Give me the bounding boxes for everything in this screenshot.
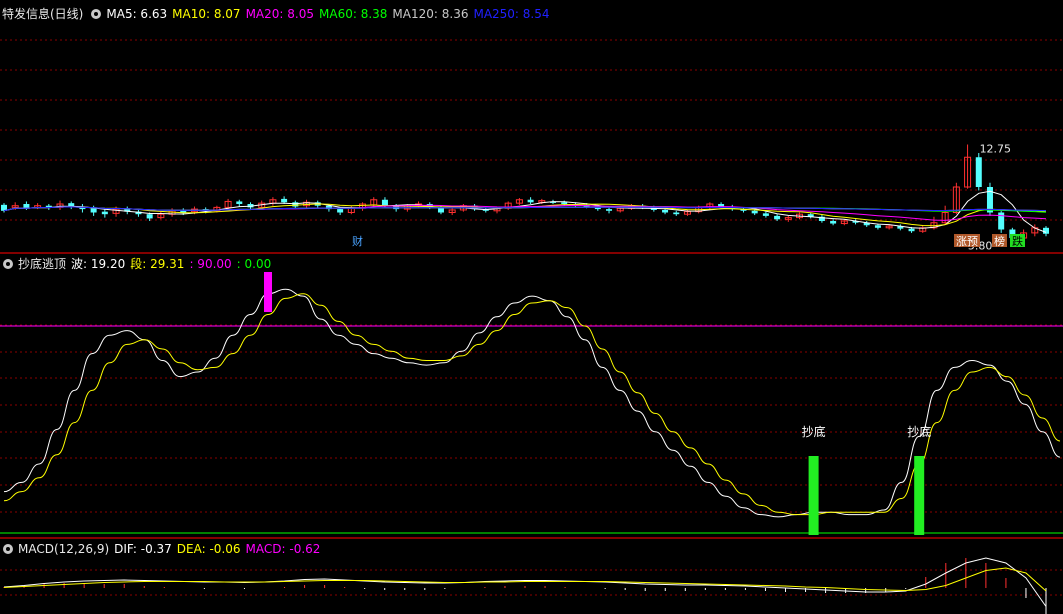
chart-canvas: 12.755.80财 涨预榜跌抄底 抄底 — [0, 39, 1063, 614]
candle-body-down — [830, 221, 837, 224]
event-marker-label: 涨预 — [956, 235, 978, 248]
candle-body-down — [662, 209, 669, 213]
ma5-label: MA5: 6.63 — [106, 7, 168, 21]
gear-icon[interactable] — [3, 259, 13, 269]
gear-icon[interactable] — [3, 544, 13, 554]
candle-body-down — [874, 225, 881, 228]
candle-body-down — [975, 157, 982, 187]
ma250-line — [3, 206, 1047, 212]
ma10-label: MA10: 8.07 — [172, 7, 241, 21]
price-panel-header: 特发信息(日线) MA5: 6.63 MA10: 8.07 MA20: 8.05… — [0, 6, 555, 22]
candle-body-down — [90, 208, 97, 213]
segment-label: 段: 29.31 — [130, 257, 185, 271]
macd-panel-header: MACD(12,26,9) DIF: -0.37 DEA: -0.06 MACD… — [0, 541, 325, 557]
ma120-label: MA120: 8.36 — [392, 7, 469, 21]
candle-body-down — [762, 213, 769, 216]
candle-body-down — [606, 209, 613, 211]
bottom-level-label: : 0.00 — [236, 257, 272, 271]
wave-line — [3, 288, 1061, 518]
ma20-label: MA20: 8.05 — [245, 7, 314, 21]
candle-body-down — [774, 215, 781, 220]
candle-body-down — [337, 209, 344, 213]
candle-body-down — [561, 202, 568, 204]
candle-body-down — [23, 204, 30, 209]
wave-label: 波: 19.20 — [71, 257, 126, 271]
buy-bottom-signal-bar — [808, 456, 819, 535]
indicator-title: 抄底逃顶 — [18, 257, 67, 271]
candle-body-down — [527, 199, 534, 203]
buy-bottom-signal-label: 抄底 — [802, 424, 826, 439]
candle-body-down — [292, 202, 299, 207]
candle-body-down — [1043, 227, 1049, 234]
segment-line — [3, 293, 1061, 516]
candle-body-down — [236, 201, 243, 204]
buy-bottom-signal-bar — [914, 456, 925, 535]
candle-body-down — [101, 211, 108, 215]
candle-body-down — [908, 228, 915, 232]
ma250-label: MA250: 8.54 — [473, 7, 550, 21]
event-marker-label: 财 — [352, 234, 363, 248]
event-marker-label: 榜 — [994, 234, 1005, 248]
top-level-label: : 90.00 — [189, 257, 232, 271]
candle-body-down — [751, 210, 758, 214]
high-price-label: 12.75 — [980, 143, 1012, 156]
event-marker-label: 跌 — [1012, 234, 1023, 248]
dea-label: DEA: -0.06 — [176, 542, 241, 556]
gear-icon[interactable] — [91, 9, 102, 19]
ma60-label: MA60: 8.38 — [319, 7, 388, 21]
candle-body-down — [281, 198, 288, 203]
indicator-panel-header: 抄底逃顶 波: 19.20 段: 29.31 : 90.00 : 0.00 — [0, 256, 276, 272]
macd-title: MACD(12,26,9) — [18, 542, 110, 556]
candle-body-down — [381, 199, 388, 206]
candle-body-down — [673, 212, 680, 215]
dif-label: DIF: -0.37 — [114, 542, 172, 556]
dif-line — [3, 557, 1047, 607]
escape-top-signal-bar — [264, 272, 272, 312]
macd-value-label: MACD: -0.62 — [245, 542, 321, 556]
stock-title: 特发信息(日线) — [2, 7, 84, 21]
candle-body-down — [146, 214, 153, 219]
buy-bottom-signal-label: 抄底 — [907, 424, 931, 439]
